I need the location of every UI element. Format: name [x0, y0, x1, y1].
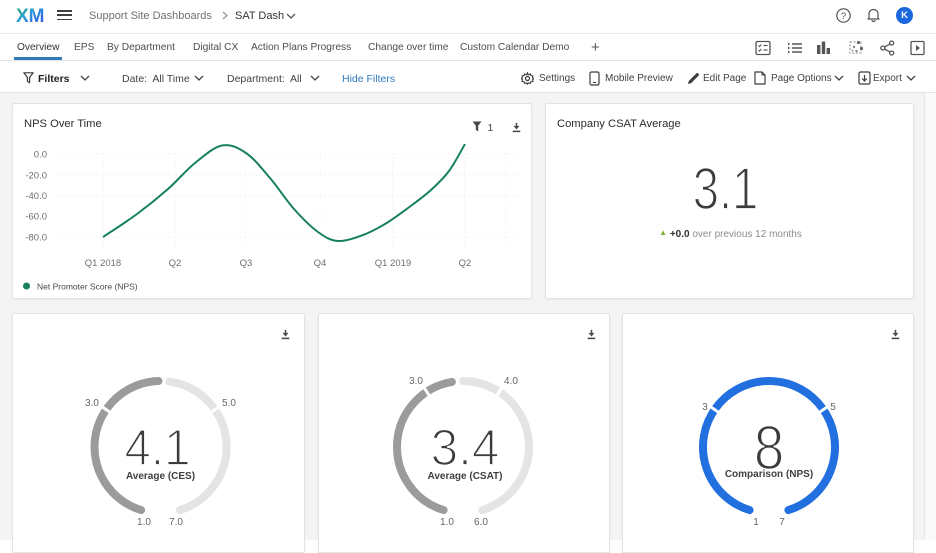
- svg-text:XM: XM: [16, 6, 45, 26]
- svg-text:Q2: Q2: [459, 258, 472, 269]
- svg-text:Q1 2018: Q1 2018: [85, 258, 121, 269]
- svg-text:-40.0: -40.0: [25, 191, 47, 202]
- svg-text:Q4: Q4: [314, 258, 327, 269]
- svg-text:?: ?: [841, 11, 846, 22]
- svg-text:0.0: 0.0: [34, 150, 47, 161]
- svg-text:Net Promoter Score (NPS): Net Promoter Score (NPS): [37, 282, 138, 292]
- svg-text:Q1 2019: Q1 2019: [375, 258, 411, 269]
- svg-text:-60.0: -60.0: [25, 212, 47, 223]
- svg-text:Q2: Q2: [169, 258, 182, 269]
- svg-text:-20.0: -20.0: [25, 171, 47, 182]
- svg-text:-80.0: -80.0: [25, 233, 47, 244]
- svg-text:1: 1: [488, 122, 494, 134]
- svg-text:Q3: Q3: [240, 258, 253, 269]
